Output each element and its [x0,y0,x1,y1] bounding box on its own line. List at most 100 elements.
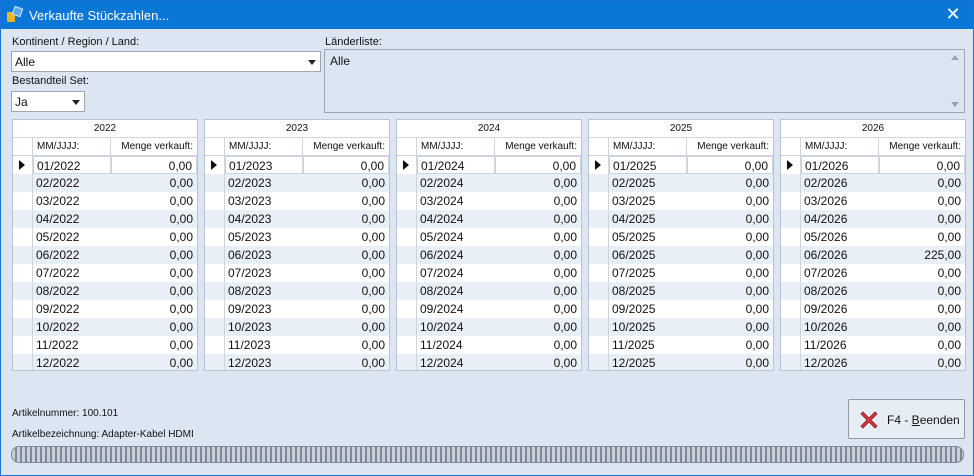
row-indicator[interactable] [13,228,33,246]
set-select[interactable]: Ja [11,91,85,112]
table-row[interactable]: 05/2023 0,00 [205,228,389,246]
row-indicator[interactable] [205,192,225,210]
table-row[interactable]: 06/2024 0,00 [397,246,581,264]
row-indicator[interactable] [589,246,609,264]
row-indicator[interactable] [781,336,801,354]
month-cell[interactable]: 05/2026 [801,228,879,246]
qty-cell[interactable]: 0,00 [495,246,581,264]
table-row[interactable]: 04/2022 0,00 [13,210,197,228]
table-row[interactable]: 04/2024 0,00 [397,210,581,228]
table-row[interactable]: 07/2022 0,00 [13,264,197,282]
row-indicator[interactable] [205,354,225,370]
qty-column-header[interactable]: Menge verkauft: [303,138,389,155]
month-cell[interactable]: 07/2023 [225,264,303,282]
row-indicator[interactable] [397,174,417,192]
month-cell[interactable]: 06/2025 [609,246,687,264]
qty-cell[interactable]: 0,00 [495,354,581,370]
qty-cell[interactable]: 0,00 [687,318,773,336]
row-indicator[interactable] [205,282,225,300]
table-row[interactable]: 02/2022 0,00 [13,174,197,192]
month-column-header[interactable]: MM/JJJJ: [801,138,879,155]
table-row[interactable]: 12/2026 0,00 [781,354,965,370]
row-indicator[interactable] [781,282,801,300]
month-column-header[interactable]: MM/JJJJ: [225,138,303,155]
table-row[interactable]: 01/2022 0,00 [13,156,197,174]
month-cell[interactable]: 08/2023 [225,282,303,300]
qty-cell[interactable]: 0,00 [879,336,965,354]
table-row[interactable]: 10/2026 0,00 [781,318,965,336]
year-grid-2023[interactable]: 2023 MM/JJJJ: Menge verkauft: 01/2023 0,00 02… [204,119,390,371]
qty-cell[interactable]: 0,00 [687,354,773,370]
table-row[interactable]: 03/2024 0,00 [397,192,581,210]
row-indicator[interactable] [781,300,801,318]
row-indicator[interactable] [13,192,33,210]
month-cell[interactable]: 04/2022 [33,210,111,228]
table-row[interactable]: 05/2024 0,00 [397,228,581,246]
month-cell[interactable]: 07/2024 [417,264,495,282]
qty-cell[interactable]: 0,00 [111,300,197,318]
qty-cell[interactable]: 0,00 [111,156,197,174]
table-row[interactable]: 10/2022 0,00 [13,318,197,336]
table-row[interactable]: 12/2023 0,00 [205,354,389,370]
table-row[interactable]: 07/2023 0,00 [205,264,389,282]
month-cell[interactable]: 11/2025 [609,336,687,354]
month-cell[interactable]: 04/2024 [417,210,495,228]
month-cell[interactable]: 01/2026 [801,156,879,174]
month-cell[interactable]: 02/2023 [225,174,303,192]
row-indicator[interactable] [589,318,609,336]
month-cell[interactable]: 01/2022 [33,156,111,174]
title-bar[interactable]: Verkaufte Stückzahlen... ✕ [1,1,973,29]
month-cell[interactable]: 09/2025 [609,300,687,318]
qty-cell[interactable]: 0,00 [111,336,197,354]
table-row[interactable]: 02/2024 0,00 [397,174,581,192]
qty-cell[interactable]: 0,00 [303,174,389,192]
row-indicator[interactable] [397,192,417,210]
table-row[interactable]: 09/2026 0,00 [781,300,965,318]
row-indicator[interactable] [589,210,609,228]
qty-column-header[interactable]: Menge verkauft: [111,138,197,155]
row-indicator[interactable] [589,192,609,210]
qty-column-header[interactable]: Menge verkauft: [495,138,581,155]
listbox-scrollbar[interactable] [950,52,962,110]
month-cell[interactable]: 09/2023 [225,300,303,318]
month-cell[interactable]: 08/2024 [417,282,495,300]
row-indicator[interactable] [205,156,225,174]
qty-cell[interactable]: 0,00 [111,174,197,192]
chevron-down-icon[interactable] [304,52,320,71]
month-cell[interactable]: 01/2025 [609,156,687,174]
month-cell[interactable]: 10/2024 [417,318,495,336]
month-cell[interactable]: 11/2026 [801,336,879,354]
row-indicator[interactable] [205,174,225,192]
qty-cell[interactable]: 0,00 [303,246,389,264]
month-cell[interactable]: 01/2023 [225,156,303,174]
qty-cell[interactable]: 0,00 [111,210,197,228]
qty-cell[interactable]: 0,00 [111,318,197,336]
row-indicator[interactable] [589,156,609,174]
table-row[interactable]: 07/2025 0,00 [589,264,773,282]
row-indicator[interactable] [781,174,801,192]
table-row[interactable]: 06/2022 0,00 [13,246,197,264]
close-icon[interactable]: ✕ [943,4,963,24]
table-row[interactable]: 06/2025 0,00 [589,246,773,264]
exit-button[interactable]: F4 - Beenden [848,399,965,439]
month-cell[interactable]: 03/2025 [609,192,687,210]
table-row[interactable]: 04/2026 0,00 [781,210,965,228]
row-indicator[interactable] [589,228,609,246]
table-row[interactable]: 02/2023 0,00 [205,174,389,192]
month-cell[interactable]: 11/2024 [417,336,495,354]
row-indicator[interactable] [13,246,33,264]
qty-cell[interactable]: 225,00 [879,246,965,264]
table-row[interactable]: 11/2022 0,00 [13,336,197,354]
row-indicator[interactable] [589,264,609,282]
table-row[interactable]: 06/2026 225,00 [781,246,965,264]
year-grid-2026[interactable]: 2026 MM/JJJJ: Menge verkauft: 01/2026 0,00 02… [780,119,966,371]
month-cell[interactable]: 07/2025 [609,264,687,282]
table-row[interactable]: 06/2023 0,00 [205,246,389,264]
table-row[interactable]: 12/2025 0,00 [589,354,773,370]
qty-column-header[interactable]: Menge verkauft: [879,138,965,155]
qty-cell[interactable]: 0,00 [687,264,773,282]
qty-cell[interactable]: 0,00 [111,192,197,210]
month-cell[interactable]: 03/2023 [225,192,303,210]
table-row[interactable]: 04/2025 0,00 [589,210,773,228]
qty-cell[interactable]: 0,00 [303,156,389,174]
